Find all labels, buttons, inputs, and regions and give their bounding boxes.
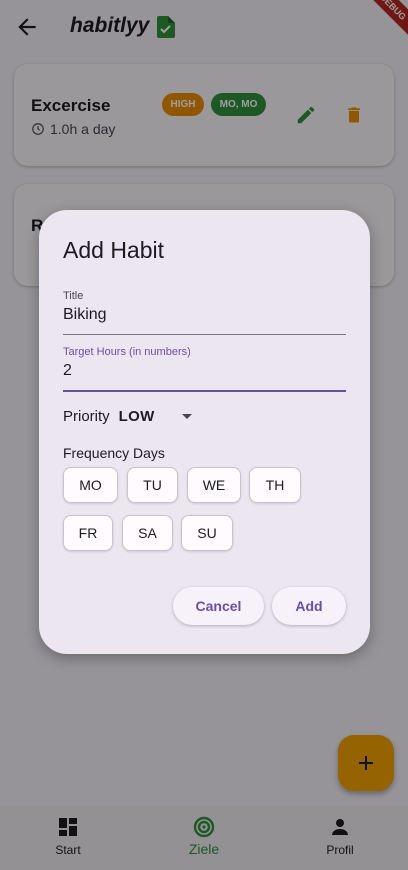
dropdown-arrow-icon[interactable] <box>181 414 192 419</box>
hours-field-label: Target Hours (in numbers) <box>63 346 191 358</box>
day-chip-we[interactable]: WE <box>187 467 241 503</box>
add-button[interactable]: Add <box>272 587 346 625</box>
day-chip-fr[interactable]: FR <box>63 515 113 551</box>
hours-field: Target Hours (in numbers) <box>63 346 346 392</box>
add-habit-dialog: Add Habit Title Target Hours (in numbers… <box>39 210 370 654</box>
cancel-button[interactable]: Cancel <box>173 587 264 625</box>
day-chip-th[interactable]: TH <box>249 467 301 503</box>
title-field-label: Title <box>63 290 84 302</box>
dialog-title: Add Habit <box>63 237 165 263</box>
priority-dropdown[interactable]: LOW <box>119 408 155 425</box>
priority-label: Priority <box>63 408 110 425</box>
day-chip-tu[interactable]: TU <box>127 467 178 503</box>
frequency-label: Frequency Days <box>63 445 165 461</box>
title-input[interactable] <box>63 302 346 335</box>
title-field: Title <box>63 290 346 335</box>
day-chip-su[interactable]: SU <box>181 515 233 551</box>
day-chip-sa[interactable]: SA <box>122 515 173 551</box>
day-chip-mo[interactable]: MO <box>63 467 118 503</box>
priority-row: Priority LOW <box>63 408 192 425</box>
hours-input[interactable] <box>63 358 346 392</box>
